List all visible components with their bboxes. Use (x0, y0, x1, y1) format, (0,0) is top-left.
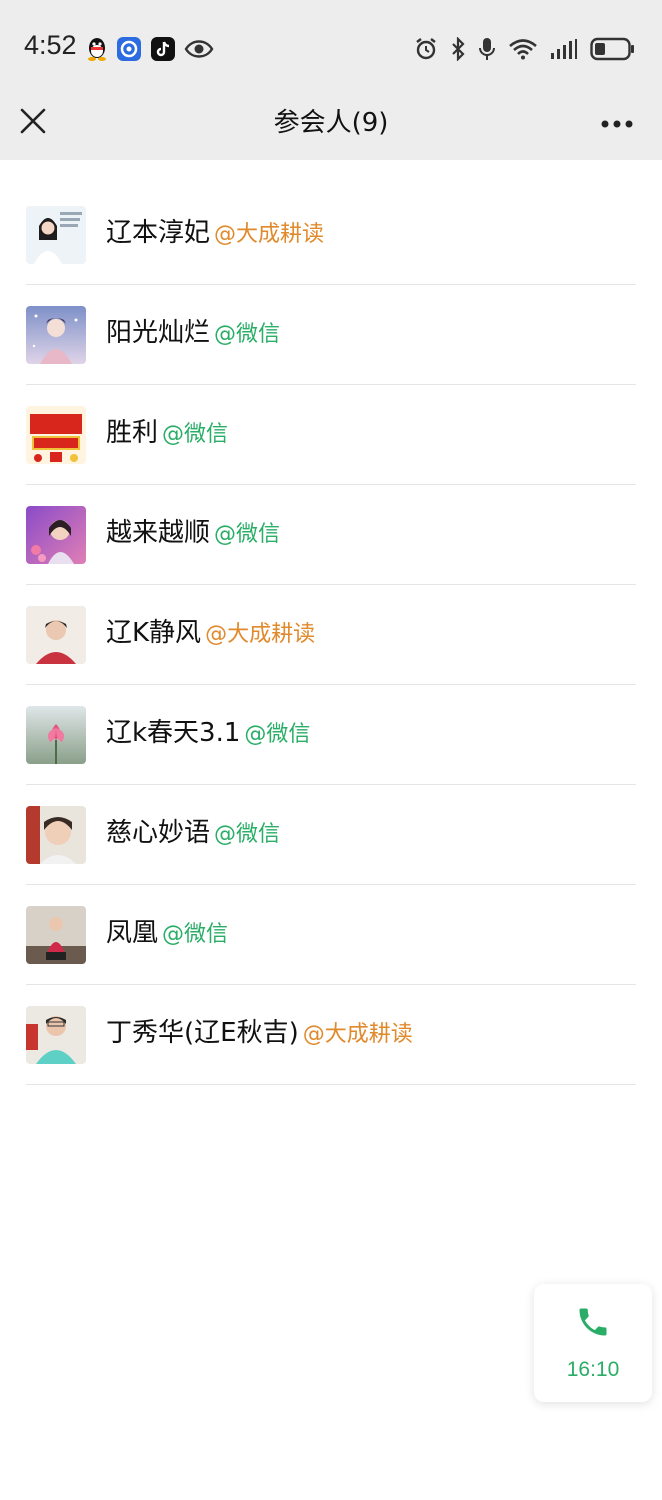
avatar (26, 706, 86, 764)
participant-name: 胜利 (106, 418, 159, 448)
avatar (26, 506, 86, 564)
participant-source: @微信 (162, 922, 229, 947)
participant-name: 凤凰 (106, 918, 159, 948)
participant-source: @大成耕读 (302, 1022, 413, 1047)
wifi-icon (508, 38, 538, 60)
title-bar: 参会人(9) (0, 90, 662, 160)
blue-app-icon (116, 36, 142, 62)
status-time: 4:52 (24, 30, 77, 60)
participant-row[interactable]: 胜利 @微信 (0, 385, 662, 485)
divider (26, 1084, 636, 1085)
participant-row[interactable]: 丁秀华(辽E秋吉) @大成耕读 (0, 985, 662, 1085)
alarm-icon (414, 37, 438, 61)
call-duration: 16:10 (566, 1358, 620, 1381)
bluetooth-icon (450, 37, 466, 61)
avatar (26, 306, 86, 364)
participant-name: 辽K静风 (106, 618, 202, 648)
call-minimized-card[interactable]: 16:10 (534, 1284, 652, 1402)
participant-source: @微信 (214, 522, 281, 547)
page-title: 参会人(9) (273, 108, 389, 138)
mic-icon (478, 37, 496, 61)
avatar (26, 606, 86, 664)
status-bar: 4:52 (0, 0, 662, 90)
avatar (26, 806, 86, 864)
participant-name: 辽k春天3.1 (106, 718, 241, 748)
participant-row[interactable]: 辽本淳妃 @大成耕读 (0, 185, 662, 285)
participant-source: @微信 (162, 422, 229, 447)
avatar (26, 1006, 86, 1064)
battery-icon (590, 37, 636, 61)
participant-row[interactable]: 越来越顺 @微信 (0, 485, 662, 585)
tiktok-icon (150, 36, 176, 62)
participant-name: 阳光灿烂 (106, 318, 211, 348)
eye-icon (184, 38, 214, 60)
more-options-icon[interactable] (600, 114, 634, 128)
participant-row[interactable]: 凤凰 @微信 (0, 885, 662, 985)
participant-name: 越来越顺 (106, 518, 211, 548)
participant-row[interactable]: 辽K静风 @大成耕读 (0, 585, 662, 685)
status-left-icons (86, 34, 214, 64)
avatar (26, 206, 86, 264)
avatar (26, 406, 86, 464)
participant-row[interactable]: 阳光灿烂 @微信 (0, 285, 662, 385)
participant-row[interactable]: 辽k春天3.1 @微信 (0, 685, 662, 785)
participant-source: @微信 (214, 822, 281, 847)
participant-name: 丁秀华(辽E秋吉) (106, 1018, 299, 1048)
participant-source: @大成耕读 (214, 222, 325, 247)
status-right-icons (414, 34, 636, 64)
qq-icon (86, 36, 108, 62)
participant-source: @大成耕读 (205, 622, 316, 647)
participant-source: @微信 (214, 322, 281, 347)
signal-icon (550, 38, 578, 60)
participant-list: 辽本淳妃 @大成耕读 阳光灿烂 @微信 胜利 @微信 越来越顺 @微信 辽K静风… (0, 185, 662, 1085)
participant-name: 辽本淳妃 (106, 218, 211, 248)
avatar (26, 906, 86, 964)
participant-row[interactable]: 慈心妙语 @微信 (0, 785, 662, 885)
participant-name: 慈心妙语 (106, 818, 211, 848)
phone-icon (575, 1304, 611, 1340)
participant-source: @微信 (244, 722, 311, 747)
